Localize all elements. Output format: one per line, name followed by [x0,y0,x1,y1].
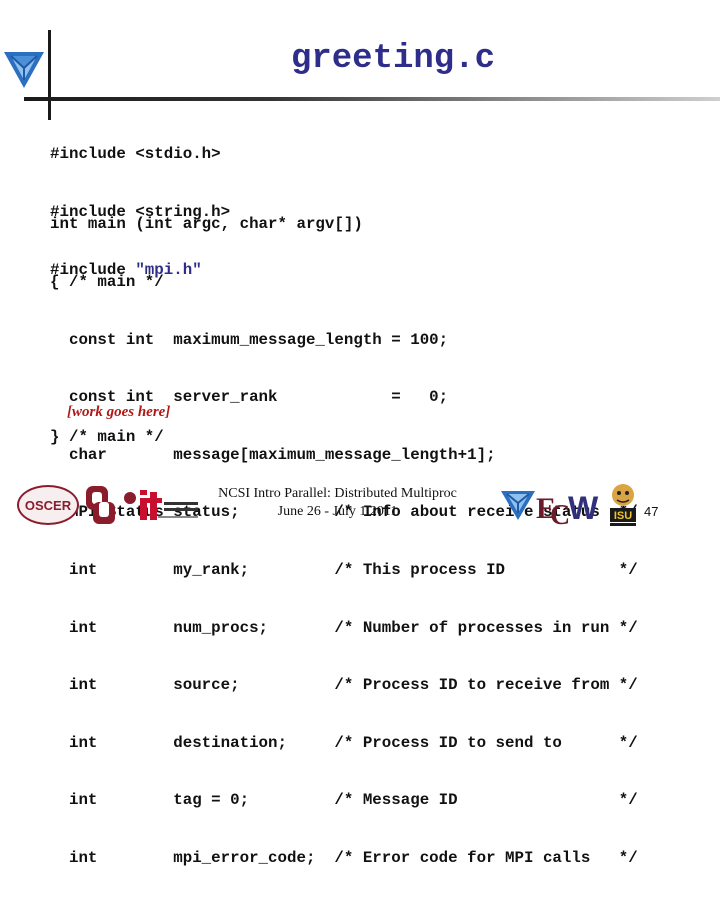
ou-it-logo [122,486,200,526]
triangle-logo-small-icon [501,491,535,520]
footer-course-title: NCSI Intro Parallel: Distributed Multipr… [218,486,457,501]
closing-brace-line: } /* main */ [50,428,164,446]
footer-course-info: NCSI Intro Parallel: Distributed Multipr… [200,485,475,521]
code-line: int destination; /* Process ID to send t… [50,733,638,752]
footer-dates: June 26 - July 1 2011 [277,504,398,519]
slide: greeting.c #include <stdio.h> #include <… [0,0,720,867]
ecw-logo-icon: E C W [536,490,599,526]
slide-title: greeting.c [290,40,495,78]
main-function-code: int main (int argc, char* argv[]) { /* m… [50,177,638,907]
code-line: int num_procs; /* Number of processes in… [50,618,638,637]
svg-text:ISU: ISU [614,510,632,522]
work-placeholder: [work goes here] [67,404,171,420]
oscer-logo-text: OSCER [24,497,72,513]
include-directive: #include [50,145,136,164]
isu-tiger-logo-icon: ISU [610,484,636,526]
code-line: int tag = 0; /* Message ID */ [50,791,638,810]
code-line: int main (int argc, char* argv[]) [50,215,363,234]
code-line: char message[maximum_message_length+1]; [50,445,496,464]
code-line: int mpi_error_code; /* Error code for MP… [50,848,638,867]
code-line: int my_rank; /* This process ID */ [50,560,638,579]
include-line: #include <stdio.h> [50,145,230,164]
code-line: int source; /* Process ID to receive fro… [50,676,638,695]
frame-horizontal-line [24,97,720,101]
oscer-logo: OSCER [17,485,79,525]
svg-text:W: W [568,490,599,526]
code-line: const int maximum_message_length = 100; [50,330,449,349]
include-target: <stdio.h> [135,145,221,164]
code-line: { /* main */ [50,273,164,291]
ou-logo-icon [86,486,115,524]
page-number: 47 [644,504,659,519]
it-logo-icon [124,490,198,520]
